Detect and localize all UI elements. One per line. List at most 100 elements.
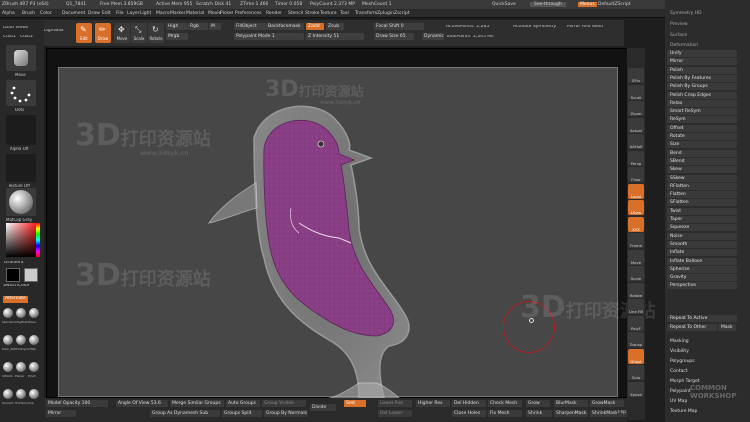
menu-item-stencil[interactable]: Stencil [288,11,303,16]
repeat-to-active-button[interactable]: Repeat To Active [667,315,737,322]
menu-item-render[interactable]: Render [266,11,282,16]
menu-item-edit[interactable]: Edit [102,11,111,16]
focal-shift-slider[interactable]: Focal Shift 0 [374,23,424,30]
backfacemask-button[interactable]: Backfacemask [266,23,304,30]
right-shelf-floor[interactable]: Floor [628,167,644,182]
default-zscript-button[interactable]: DefaultZScript [598,2,631,7]
viewport-canvas[interactable] [58,67,618,398]
deform-skew[interactable]: Skew [667,166,737,174]
brush-claybuildup[interactable]: ClayBuildup [15,306,28,332]
alpha-thumbnail[interactable] [6,115,36,145]
hue-slider[interactable] [36,223,40,257]
del-lower-button[interactable]: Del Lower [378,410,412,417]
deform-bend[interactable]: Bend [667,149,737,157]
scale-button[interactable]: ⤡ Scale [131,23,147,43]
group-by-normals-button[interactable]: Group By Normals [264,410,308,417]
shrink-button[interactable]: Shrink [526,410,552,417]
brush-pinch[interactable]: Pinch [28,360,40,386]
menu-item-stroke[interactable]: Stroke [305,11,319,16]
menu-item-zscript[interactable]: Zscript [394,11,410,16]
secondary-color-swatch[interactable] [24,268,38,282]
right-shelf-polyf[interactable]: PolyF [628,315,644,331]
deform-perspective[interactable]: Perspective [667,282,737,290]
right-shelf-transp[interactable]: Transp [628,332,644,347]
check-mesh-button[interactable]: Check Mesh [488,400,522,407]
alternate-button[interactable]: Alternate [3,296,28,303]
deform-inflate[interactable]: Inflate [667,249,737,257]
menu-item-preferences[interactable]: Preferences [235,11,261,16]
right-shelf-ghost[interactable]: Ghost [628,348,644,364]
right-shelf-spix[interactable]: SPix [628,68,644,83]
menu-item-material[interactable]: Material [186,11,204,16]
deform-sbend[interactable]: SBend [667,157,737,165]
deform-smart-resym[interactable]: Smart ReSym [667,108,737,116]
move-button[interactable]: ✥ Move [114,23,130,43]
higher-res-button[interactable]: Higher Res [416,400,450,407]
mirror-button[interactable]: Mirror [46,410,76,417]
right-shelf-xpose[interactable]: Xpose [628,381,644,397]
menu-item-marker[interactable]: Marker [170,11,186,16]
brush-clip[interactable]: Clip [28,387,40,413]
quicksave-button[interactable]: QuickSave [492,2,516,7]
menu-item-layer[interactable]: Layer [127,11,140,16]
brush-trimdynamic[interactable]: TrimDynamic [15,333,28,359]
rotate-button[interactable]: ↻ Rotate [148,23,164,43]
material-thumbnail[interactable] [6,188,36,216]
blurmask-button[interactable]: BlurMask [554,400,588,407]
menu-item-file[interactable]: File [116,11,124,16]
deform-noise[interactable]: Noise [667,232,737,240]
deform-offset[interactable]: Offset [667,124,737,132]
cust2-button[interactable]: Cust2 [20,35,33,40]
deform-size[interactable]: Size [667,141,737,149]
right-shelf-persp[interactable]: Persp [628,150,644,166]
brush-trimsmoothborder[interactable]: TrimSmoothBorder [15,387,28,413]
deform-smooth[interactable]: Smooth [667,240,737,248]
divide-button[interactable]: Divide [310,404,336,411]
brush-smooth[interactable]: Smooth [2,387,14,413]
growmask-button[interactable]: GrowMask [590,400,624,407]
mask-button[interactable]: Mask [718,324,736,331]
mrgb-button[interactable]: Mrgb [166,33,188,40]
brush-hpolish[interactable]: hPolish [2,360,14,386]
deform-resym[interactable]: ReSym [667,116,737,124]
angle-of-view-slider[interactable]: Angle Of View 53.6 [116,400,168,407]
deform-flatten[interactable]: Flatten [667,191,737,199]
right-shelf-aahalf[interactable]: AAHalf [628,134,644,149]
deform-inflate-balloon[interactable]: Inflate Balloon [667,257,737,265]
draw-size-slider[interactable]: Draw Size 65 [374,33,414,40]
auto-groups-button[interactable]: Auto Groups [226,400,260,407]
smt-button[interactable]: Smt [344,400,366,407]
fill-object-button[interactable]: FillObject [234,23,266,30]
menu-item-light[interactable]: Light [140,11,151,16]
brush-standard[interactable]: Standard [2,306,15,332]
flip-button[interactable]: Flip [617,410,627,417]
lower-res-button[interactable]: Lower Res [378,400,412,407]
right-shelf-xyz[interactable]: XYZ [628,216,644,232]
load-views-label[interactable]: Load Views [3,26,28,31]
deform-sflatten[interactable]: SFlatten [667,199,737,207]
menu-item-zplugin[interactable]: Zplugin [377,11,394,16]
menu-item-color[interactable]: Color [40,11,52,16]
cust1-button[interactable]: Cust1 [3,35,16,40]
group-as-dynamesh-sub-button[interactable]: Group As Dynamesh Sub [150,410,220,417]
right-shelf-lsym[interactable]: LSym [628,200,644,215]
deform-twist[interactable]: Twist [667,207,737,215]
menu-item-macro[interactable]: Macro [156,11,170,16]
deform-rotate[interactable]: Rotate [667,133,737,140]
texture-thumbnail[interactable] [6,154,36,182]
group-visible-button[interactable]: Group Visible [262,400,306,407]
deform-rflatten[interactable]: RFlatten [667,182,737,190]
z-intensity-slider[interactable]: Z Intensity 51 [306,33,364,40]
menu-item-alpha[interactable]: Alpha [2,11,15,16]
activate-symmetry-button[interactable]: Activate Symmetry [513,25,556,30]
deform-squeeze[interactable]: Squeeze [667,224,737,232]
right-shelf-rotate[interactable]: Rotate [628,282,644,298]
menus-button[interactable]: Menus [578,2,597,7]
mirror-and-weld-button[interactable]: Mirror And Weld [567,25,603,30]
close-holes-button[interactable]: Close Holes [452,410,486,417]
deform-relax[interactable]: Relax [667,99,737,107]
right-shelf-local[interactable]: Local [628,183,644,199]
deform-polish-crisp-edges[interactable]: Polish Crisp Edges [667,91,737,99]
right-shelf-frame[interactable]: Frame [628,233,644,248]
deform-spherize[interactable]: Spherize [667,265,737,273]
